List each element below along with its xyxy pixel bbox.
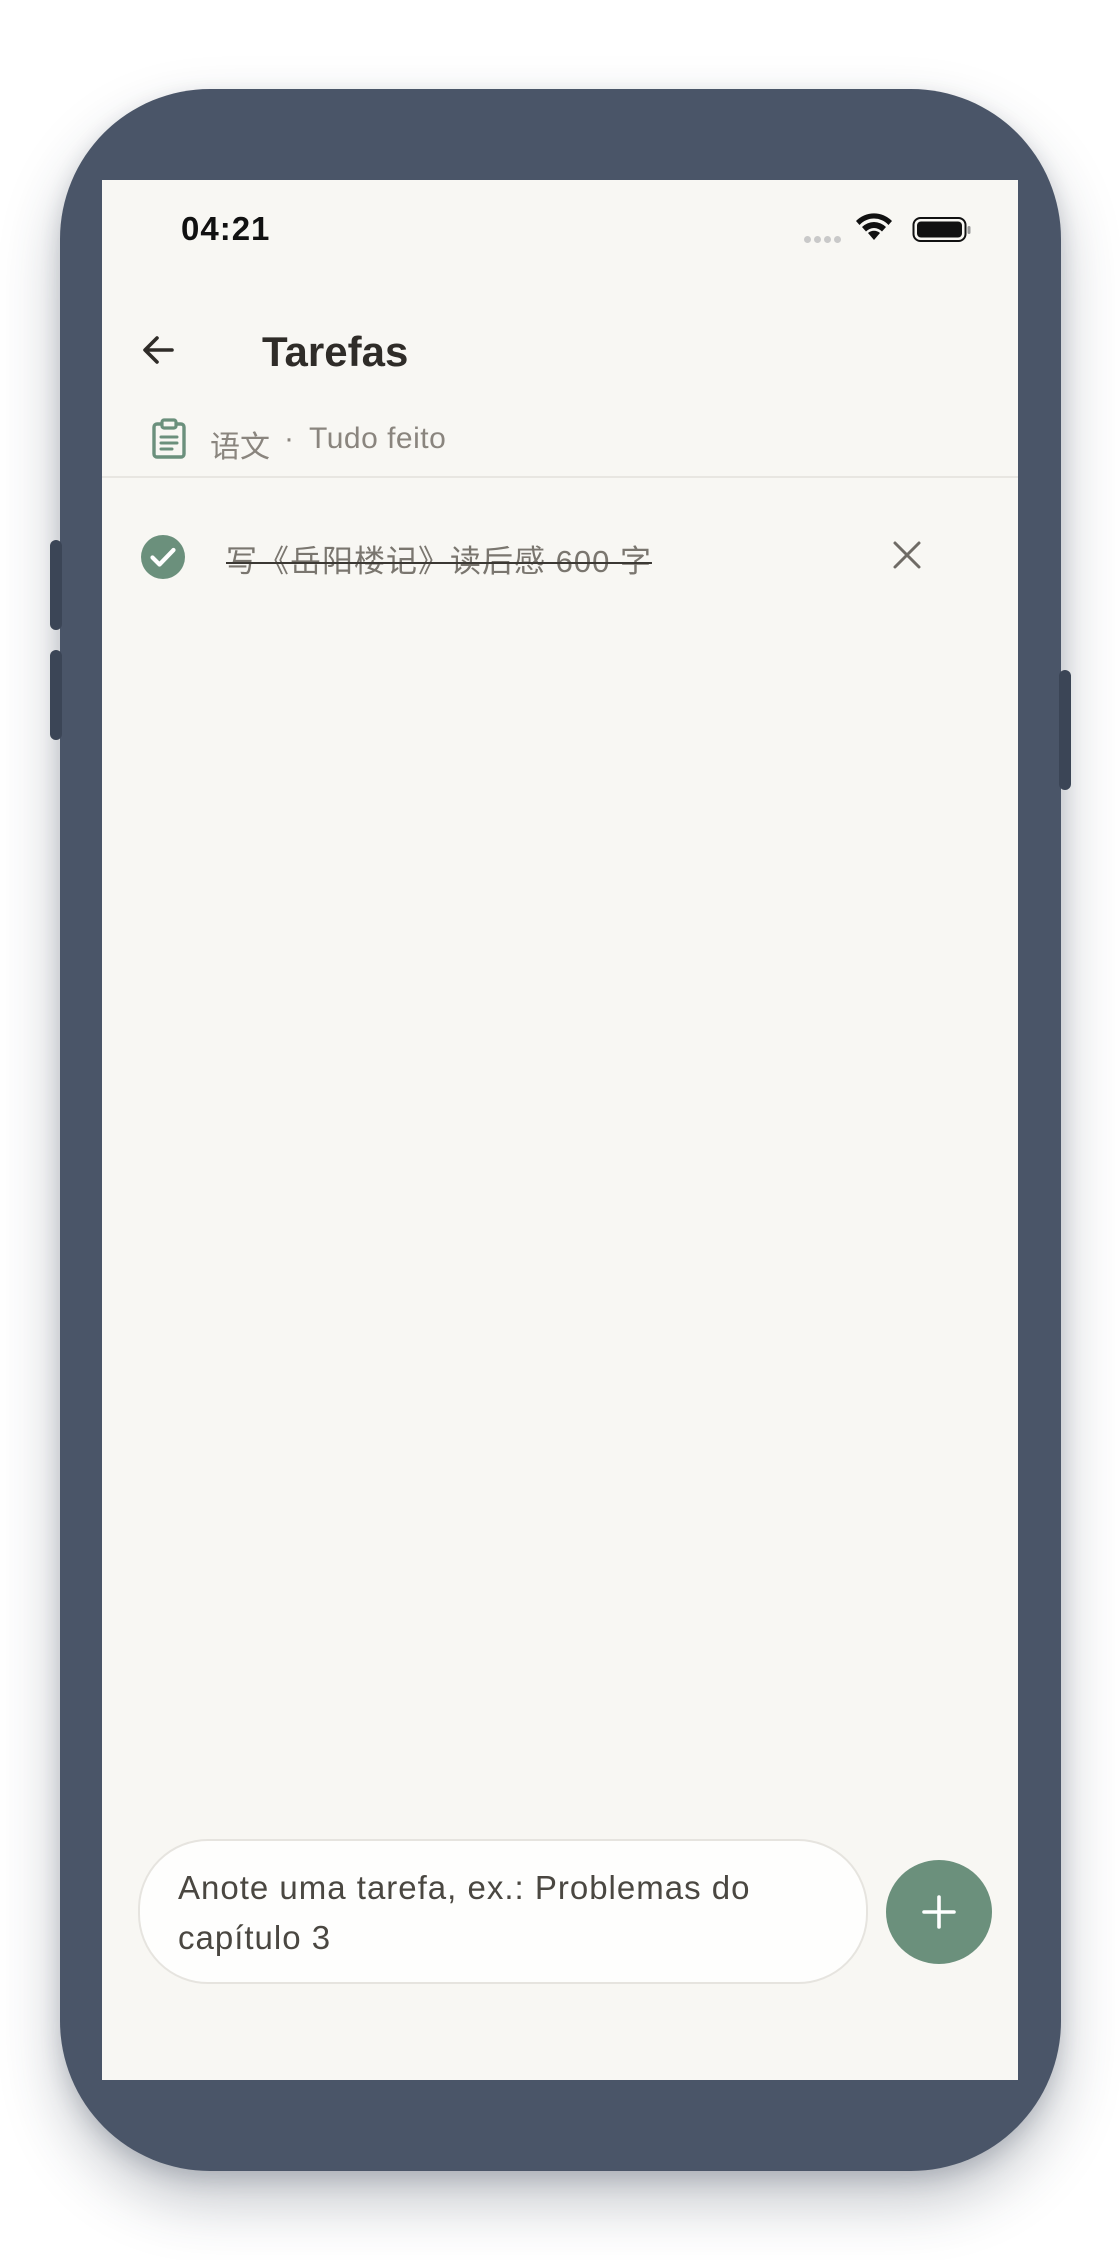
app-header: Tarefas bbox=[102, 300, 1018, 400]
power-button bbox=[1059, 670, 1071, 790]
completion-status: Tudo feito bbox=[309, 422, 447, 455]
task-composer bbox=[138, 1839, 868, 1984]
status-time: 04:21 bbox=[181, 210, 271, 247]
plus-icon bbox=[922, 1895, 956, 1929]
delete-task-button[interactable] bbox=[882, 530, 932, 580]
volume-down-button bbox=[50, 650, 62, 740]
task-text: 写《岳阳楼记》读后感 600 字 bbox=[226, 544, 652, 579]
subject-label: 语文 bbox=[210, 431, 270, 464]
volume-up-button bbox=[50, 540, 62, 630]
close-icon bbox=[893, 541, 921, 569]
cellular-signal-icon bbox=[804, 230, 844, 248]
battery-icon bbox=[912, 216, 972, 249]
back-button[interactable] bbox=[128, 320, 188, 380]
separator-dot: · bbox=[284, 422, 294, 455]
check-circle-icon[interactable] bbox=[140, 534, 186, 585]
task-item: 写《岳阳楼记》读后感 600 字 bbox=[102, 510, 1018, 604]
clipboard-icon bbox=[150, 418, 188, 465]
subject-summary: 语文 · Tudo feito bbox=[102, 402, 1018, 478]
page-title: Tarefas bbox=[262, 328, 409, 375]
wifi-icon bbox=[854, 212, 894, 247]
status-icons bbox=[804, 212, 974, 248]
task-input[interactable] bbox=[178, 1863, 838, 1963]
add-task-button[interactable] bbox=[886, 1860, 992, 1964]
arrow-left-icon bbox=[143, 336, 174, 364]
app-screen: 04:21 Tarefas 语文 · Tudo feito 写《岳阳楼记》读后感… bbox=[102, 180, 1018, 2080]
